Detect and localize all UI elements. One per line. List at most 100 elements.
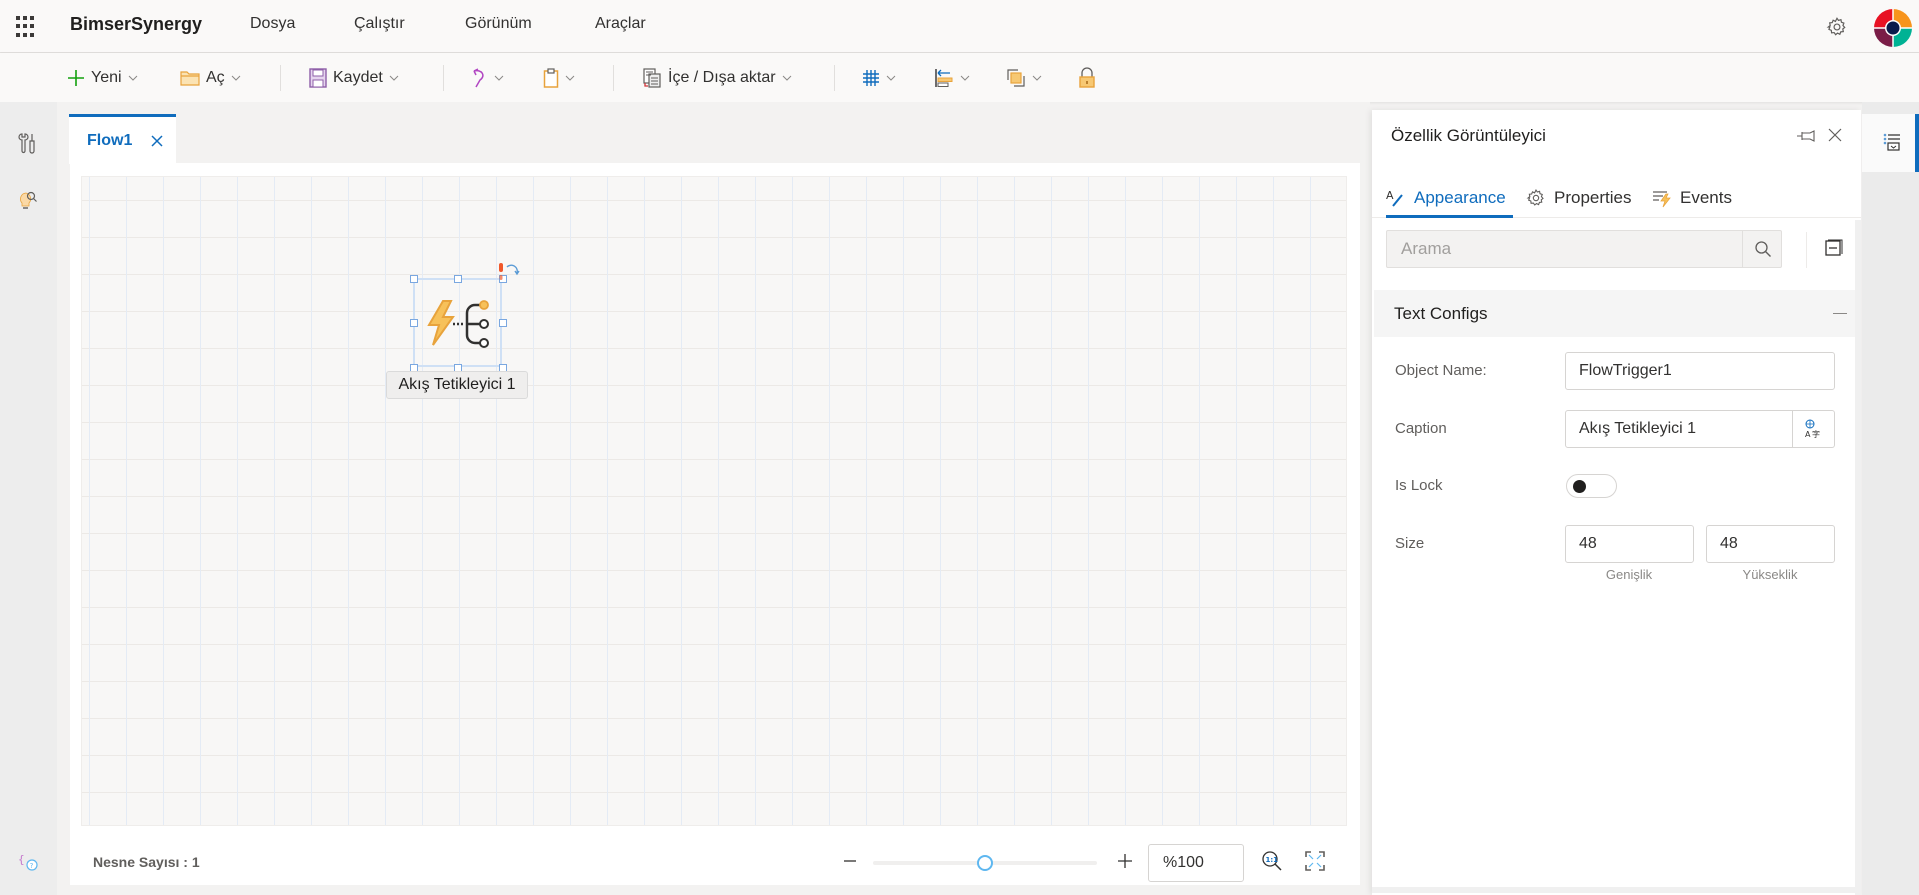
- svg-text:1:1: 1:1: [1266, 856, 1279, 864]
- toolbar-divider: [613, 65, 614, 91]
- gear-icon: [1526, 189, 1544, 206]
- close-icon[interactable]: [1828, 128, 1842, 142]
- toolbar-divider: [280, 65, 281, 91]
- zoom-level-input[interactable]: [1148, 844, 1244, 882]
- status-bar: Nesne Sayısı : 1 1:1: [70, 840, 1360, 885]
- chevron-down-icon: [389, 75, 399, 81]
- grid-icon: [863, 69, 879, 86]
- import-export-icon: [643, 67, 661, 88]
- object-name-label: Object Name:: [1395, 362, 1487, 379]
- flow-canvas[interactable]: [81, 176, 1347, 826]
- chevron-down-icon: [128, 75, 137, 81]
- collapse-all-icon[interactable]: [1824, 238, 1844, 258]
- menu-dosya[interactable]: Dosya: [250, 15, 295, 33]
- size-label: Size: [1395, 535, 1425, 552]
- object-name-input[interactable]: [1565, 352, 1835, 390]
- open-label: Aç: [206, 68, 225, 86]
- translate-button[interactable]: A 字: [1793, 410, 1835, 448]
- new-label: Yeni: [91, 68, 122, 86]
- zoom-slider-thumb[interactable]: [977, 855, 993, 871]
- tab-label: Events: [1680, 188, 1732, 207]
- app-launcher-icon[interactable]: [16, 16, 38, 38]
- lock-icon: [1079, 66, 1095, 88]
- save-label: Kaydet: [333, 68, 383, 86]
- fit-to-screen-icon[interactable]: [1304, 850, 1326, 872]
- caption-label: Caption: [1395, 420, 1447, 437]
- events-lightning-icon: [1653, 191, 1671, 208]
- undo-button[interactable]: [470, 53, 504, 102]
- rotate-handle-icon[interactable]: [498, 262, 522, 288]
- zoom-out-button[interactable]: [835, 846, 865, 876]
- property-viewer-toggle[interactable]: [1862, 114, 1919, 172]
- brand-title: BimserSynergy: [70, 14, 203, 34]
- width-input[interactable]: [1565, 525, 1694, 563]
- section-title: Text Configs: [1394, 304, 1488, 323]
- width-sublabel: Genişlik: [1605, 567, 1653, 582]
- is-lock-label: Is Lock: [1395, 477, 1443, 494]
- menu-calistir[interactable]: Çalıştır: [354, 15, 405, 33]
- property-search: [1386, 230, 1782, 268]
- open-button[interactable]: Aç: [180, 53, 241, 102]
- panel-horizontal-scrollbar[interactable]: [1372, 887, 1861, 893]
- node-caption[interactable]: Akış Tetikleyici 1: [386, 371, 528, 399]
- chevron-down-icon: [231, 75, 241, 81]
- collapse-section-icon[interactable]: [1833, 313, 1847, 314]
- search-input[interactable]: [1387, 231, 1742, 267]
- divider: [1806, 232, 1807, 268]
- zoom-slider[interactable]: [873, 855, 1097, 871]
- arrange-button[interactable]: [1006, 53, 1042, 102]
- is-lock-toggle[interactable]: [1566, 474, 1617, 498]
- close-icon[interactable]: [150, 134, 164, 148]
- tab-events[interactable]: Events: [1652, 178, 1732, 218]
- import-export-label: İçe / Dışa aktar: [668, 68, 776, 86]
- left-sidebar: {..} ?: [0, 102, 57, 895]
- lightbulb-search-icon[interactable]: [17, 189, 39, 211]
- save-icon: [309, 67, 327, 88]
- flow-trigger-node[interactable]: [410, 263, 520, 372]
- pin-icon[interactable]: [1796, 128, 1816, 144]
- undo-icon: [473, 67, 484, 87]
- tab-flow1[interactable]: Flow1: [69, 114, 176, 164]
- resize-handle-nw[interactable]: [410, 275, 418, 283]
- right-sidebar: [1862, 102, 1919, 895]
- caption-input[interactable]: [1565, 410, 1793, 448]
- toolbar-divider: [834, 65, 835, 91]
- grid-button[interactable]: [862, 53, 896, 102]
- resize-handle-w[interactable]: [410, 319, 418, 327]
- save-button[interactable]: Kaydet: [309, 53, 399, 102]
- resize-handle-e[interactable]: [499, 319, 507, 327]
- import-export-button[interactable]: İçe / Dışa aktar: [642, 53, 792, 102]
- panel-scrollbar[interactable]: [1855, 220, 1861, 895]
- tab-appearance[interactable]: A Appearance: [1386, 178, 1506, 218]
- height-input[interactable]: [1706, 525, 1835, 563]
- tab-properties[interactable]: Properties: [1526, 178, 1631, 218]
- menu-gorunum[interactable]: Görünüm: [465, 15, 532, 33]
- align-button[interactable]: [934, 53, 970, 102]
- tab-label: Properties: [1554, 188, 1632, 207]
- actual-size-zoom-icon[interactable]: 1:1: [1261, 850, 1283, 872]
- tab-label: Flow1: [87, 131, 133, 149]
- bring-front-icon: [1007, 68, 1025, 87]
- clipboard-icon: [543, 67, 559, 88]
- gear-icon[interactable]: [1826, 16, 1848, 38]
- new-button[interactable]: Yeni: [67, 53, 138, 102]
- user-avatar[interactable]: [1873, 8, 1913, 48]
- zoom-in-button[interactable]: [1110, 846, 1140, 876]
- search-button[interactable]: [1742, 231, 1782, 267]
- plus-icon: [68, 69, 84, 86]
- property-panel: Özellik Görüntüleyici A Appearance Prope…: [1372, 110, 1861, 895]
- align-left-icon: [935, 68, 953, 87]
- section-text-configs[interactable]: Text Configs: [1374, 290, 1859, 337]
- menu-araclar[interactable]: Araçlar: [595, 15, 646, 33]
- resize-handle-n[interactable]: [454, 275, 462, 283]
- paste-button[interactable]: [543, 53, 575, 102]
- lock-button[interactable]: [1078, 53, 1096, 102]
- translate-icon: A 字: [1805, 419, 1820, 439]
- variables-help-icon[interactable]: {..} ?: [17, 850, 39, 872]
- toolbar-divider: [443, 65, 444, 91]
- toggle-knob: [1573, 480, 1586, 493]
- chevron-down-icon: [494, 75, 504, 81]
- chevron-down-icon: [565, 75, 575, 81]
- search-icon: [1754, 241, 1771, 257]
- wrench-screwdriver-icon[interactable]: [17, 132, 39, 154]
